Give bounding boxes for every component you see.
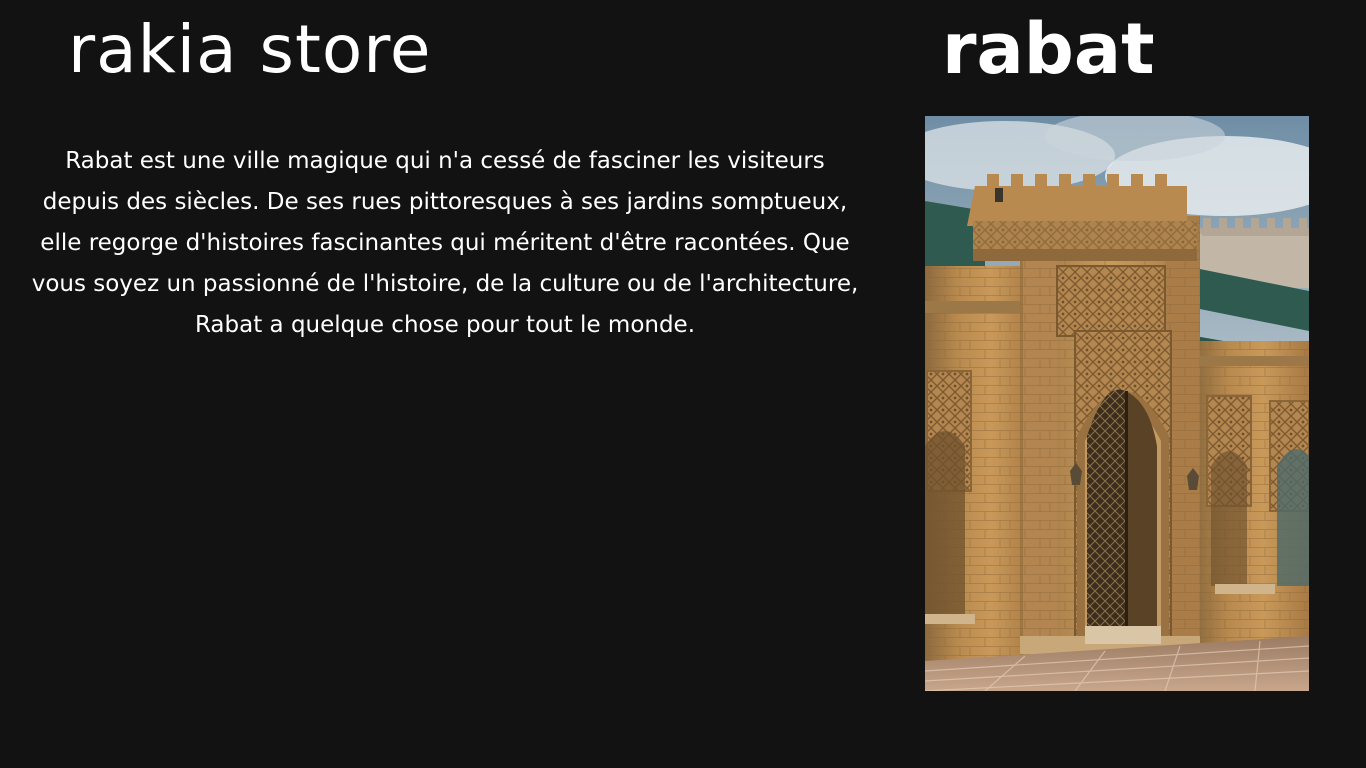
store-title: rakia store — [68, 11, 432, 88]
city-description: Rabat est une ville magique qui n'a cess… — [31, 148, 859, 338]
city-title: rabat — [942, 8, 1155, 90]
moroccan-gate-illustration — [925, 116, 1309, 691]
rabat-gate-photo — [925, 116, 1309, 691]
